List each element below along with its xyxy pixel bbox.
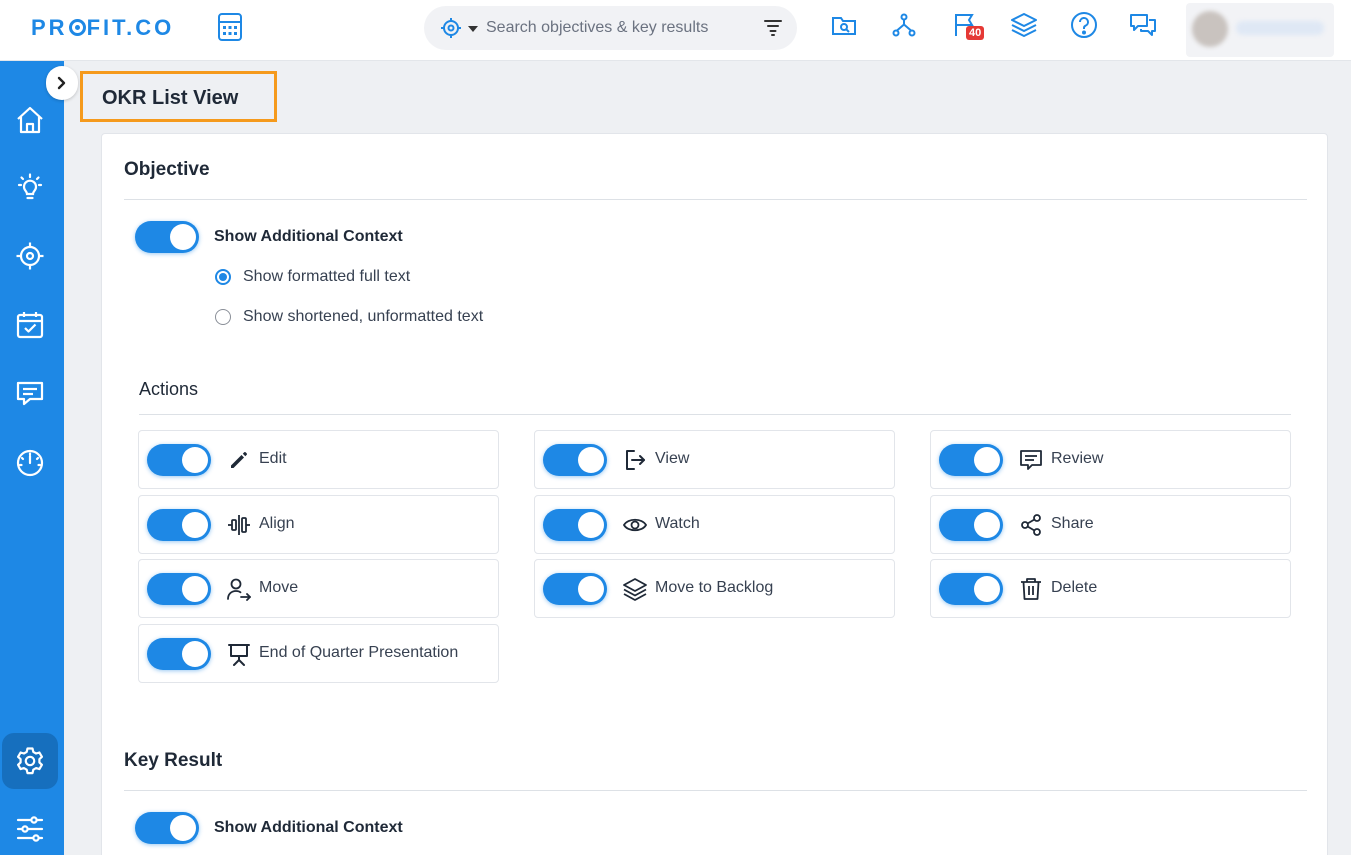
- calculator-icon[interactable]: [217, 13, 243, 41]
- help-icon[interactable]: [1070, 11, 1098, 39]
- chat-icon[interactable]: [1129, 11, 1157, 39]
- key-result-additional-context-toggle[interactable]: [135, 812, 199, 844]
- action-watch: Watch: [534, 495, 895, 554]
- action-delete-label: Delete: [1051, 579, 1098, 596]
- action-edit-toggle[interactable]: [147, 444, 211, 476]
- sliders-icon[interactable]: [15, 814, 45, 844]
- action-share-label: Share: [1051, 515, 1094, 532]
- settings-card: Objective Show Additional Context Show f…: [101, 133, 1328, 855]
- share-icon: [1021, 514, 1041, 536]
- message-icon[interactable]: [15, 379, 45, 409]
- radio-formatted-full-text-label: Show formatted full text: [243, 268, 411, 285]
- search-input[interactable]: [486, 16, 746, 40]
- action-delete-toggle[interactable]: [939, 573, 1003, 605]
- calendar-check-icon[interactable]: [15, 310, 45, 340]
- folder-search-icon[interactable]: [830, 11, 858, 39]
- action-edit-label: Edit: [259, 450, 287, 467]
- action-move-label: Move: [259, 579, 299, 596]
- layers-icon: [623, 578, 647, 601]
- org-hierarchy-icon[interactable]: [890, 11, 918, 39]
- target-icon[interactable]: [15, 241, 45, 271]
- divider: [124, 199, 1307, 200]
- action-view-toggle[interactable]: [543, 444, 607, 476]
- profit-co-logo[interactable]: PR FIT.CO: [31, 15, 174, 41]
- objective-additional-context-label: Show Additional Context: [214, 228, 403, 245]
- action-view-label: View: [655, 450, 690, 467]
- chevron-right-icon: [57, 76, 66, 90]
- action-watch-label: Watch: [655, 515, 700, 532]
- action-delete: Delete: [930, 559, 1291, 618]
- action-end-of-quarter-presentation-toggle[interactable]: [147, 638, 211, 670]
- bulb-icon[interactable]: [15, 173, 45, 203]
- align-icon: [228, 515, 250, 535]
- top-bar: PRFIT.CO 40: [0, 0, 1351, 61]
- radio-shortened-text[interactable]: [215, 309, 231, 325]
- actions-title: Actions: [139, 379, 199, 399]
- action-end-of-quarter-presentation: End of Quarter Presentation: [138, 624, 499, 683]
- key-result-additional-context-label: Show Additional Context: [214, 819, 403, 836]
- trash-icon: [1021, 578, 1041, 600]
- target-icon[interactable]: [440, 17, 462, 39]
- action-review: Review: [930, 430, 1291, 489]
- action-share: Share: [930, 495, 1291, 554]
- scope-dropdown-caret-icon[interactable]: [468, 26, 478, 32]
- action-move-to-backlog: Move to Backlog: [534, 559, 895, 618]
- settings-icon[interactable]: [15, 746, 45, 776]
- action-view: View: [534, 430, 895, 489]
- action-move-toggle[interactable]: [147, 573, 211, 605]
- action-align-toggle[interactable]: [147, 509, 211, 541]
- action-end-of-quarter-presentation-label: End of Quarter Presentation: [259, 644, 459, 661]
- radio-formatted-full-text[interactable]: [215, 269, 231, 285]
- open-exit-icon: [626, 450, 645, 470]
- sidebar: [0, 61, 64, 855]
- notification-badge: 40: [966, 26, 985, 40]
- search-bar: [424, 6, 797, 50]
- review-comment-icon: [1020, 450, 1042, 470]
- action-review-label: Review: [1051, 450, 1104, 467]
- eye-icon: [623, 518, 647, 532]
- action-move-to-backlog-label: Move to Backlog: [655, 579, 774, 596]
- dashboard-icon[interactable]: [15, 448, 45, 478]
- action-share-toggle[interactable]: [939, 509, 1003, 541]
- action-watch-toggle[interactable]: [543, 509, 607, 541]
- action-align: Align: [138, 495, 499, 554]
- sidebar-expand-button[interactable]: [46, 66, 78, 100]
- page-title: OKR List View: [102, 87, 239, 109]
- filter-icon[interactable]: [763, 17, 783, 37]
- home-icon[interactable]: [15, 105, 45, 135]
- avatar: [1192, 11, 1228, 47]
- layers-icon[interactable]: [1010, 11, 1038, 39]
- pencil-icon: [231, 452, 247, 468]
- page-title-highlight: OKR List View: [80, 71, 277, 122]
- user-move-icon: [227, 578, 251, 601]
- action-edit: Edit: [138, 430, 499, 489]
- radio-shortened-text-label: Show shortened, unformatted text: [243, 308, 484, 325]
- divider: [124, 790, 1307, 791]
- action-align-label: Align: [259, 515, 295, 532]
- user-profile-menu[interactable]: [1186, 3, 1334, 57]
- divider: [139, 414, 1291, 415]
- objective-additional-context-toggle[interactable]: [135, 221, 199, 253]
- action-move-to-backlog-toggle[interactable]: [543, 573, 607, 605]
- action-review-toggle[interactable]: [939, 444, 1003, 476]
- action-move: Move: [138, 559, 499, 618]
- key-result-section-title: Key Result: [124, 750, 223, 771]
- objective-section-title: Objective: [124, 159, 210, 180]
- presentation-icon: [228, 644, 250, 666]
- user-name-blurred: [1236, 21, 1324, 35]
